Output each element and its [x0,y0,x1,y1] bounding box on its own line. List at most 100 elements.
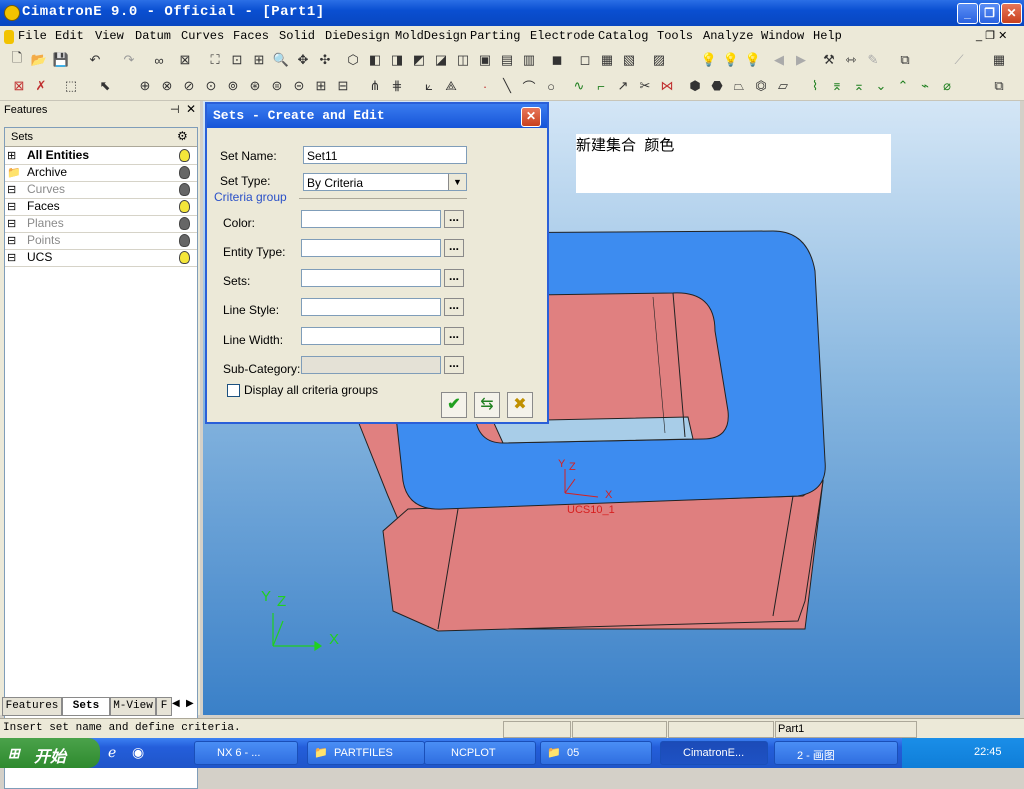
spline-icon[interactable]: ∿ [570,77,588,95]
set-icon-2[interactable]: ⊗ [158,77,176,95]
undo-icon[interactable]: ↶ [86,51,104,69]
menu-molddesign[interactable]: MoldDesign [395,29,467,43]
surface-icon-5[interactable]: ⌃ [894,77,912,95]
close-button[interactable]: ✕ [1001,3,1022,24]
color-browse-button[interactable]: ... [444,210,464,228]
tab-scroll-right-icon[interactable]: ▶ [186,698,194,709]
surface-icon-2[interactable]: ⌆ [828,77,846,95]
view-right-icon[interactable]: ◩ [410,51,428,69]
start-button[interactable]: ⊞ 开始 [0,738,100,768]
surface-icon-4[interactable]: ⌄ [872,77,890,95]
circle-icon[interactable]: ○ [542,77,560,95]
view-bottom-icon[interactable]: ▣ [476,51,494,69]
cimatron-app-icon[interactable] [4,5,20,21]
color-field[interactable] [301,210,441,228]
display-all-checkbox[interactable] [227,384,240,397]
sweep-icon[interactable]: ⏣ [752,77,770,95]
pin-icon[interactable]: ⊣ [170,103,180,116]
tab-f[interactable]: F [156,697,172,716]
save-icon[interactable]: 💾 [52,51,70,69]
line-icon[interactable]: ╲ [498,77,516,95]
task-cimatron[interactable]: CimatronE... [660,741,768,765]
dialog-title-bar[interactable]: Sets - Create and Edit ✕ [207,104,547,128]
set-row-all-entities[interactable]: ⊞ All Entities [5,147,197,165]
set-icon-9[interactable]: ⊞ [312,77,330,95]
render-wire-icon[interactable]: ◻ [576,51,594,69]
menu-view[interactable]: View [95,29,124,43]
menu-edit[interactable]: Edit [55,29,84,43]
set-row-curves[interactable]: ⊟ Curves [5,181,197,199]
bulb-on-icon[interactable] [179,200,190,213]
dimension-icon[interactable]: ⇿ [842,51,860,69]
view-user-icon[interactable]: ▥ [520,51,538,69]
clock[interactable]: 22:45 [974,746,1002,758]
zoom-fit-icon[interactable]: ⊠ [176,51,194,69]
tab-features[interactable]: Features [2,697,62,716]
line-style-browse-button[interactable]: ... [444,298,464,316]
sub-category-browse-button[interactable]: ... [444,356,464,374]
task-partfiles[interactable]: 📁 PARTFILES [307,741,425,765]
menu-tools[interactable]: Tools [657,29,693,43]
set-type-select[interactable]: By Criteria ▼ [303,173,467,191]
line-width-field[interactable] [301,327,441,345]
display-mode-icon[interactable]: ▨ [650,51,668,69]
cancel-button[interactable]: ✖ [507,392,533,418]
set-row-archive[interactable]: 📁 Archive [5,164,197,182]
menu-help[interactable]: Help [813,29,842,43]
line-width-browse-button[interactable]: ... [444,327,464,345]
trim-icon[interactable]: ✂ [636,77,654,95]
ie-icon[interactable]: ℯ [108,744,116,761]
open-folder-icon[interactable]: 📂 [30,51,48,69]
bulb-on-icon[interactable]: 💡 [700,51,718,69]
menu-catalog[interactable]: Catalog [598,29,648,43]
view-front-icon[interactable]: ◧ [366,51,384,69]
panel-close-icon[interactable]: ✕ [186,102,196,116]
point-icon[interactable]: · [476,77,494,95]
edit-icon[interactable]: ✎ [864,51,882,69]
show-hide-icon[interactable]: ⚙ [177,129,188,143]
menu-analyze[interactable]: Analyze [703,29,753,43]
menu-electrode[interactable]: Electrode [530,29,595,43]
new-file-icon[interactable]: 🗋 [8,50,26,69]
set-icon-1[interactable]: ⊕ [136,77,154,95]
menu-datum[interactable]: Datum [135,29,171,43]
task-nx6[interactable]: NX 6 - ... [194,741,298,765]
delete-box-icon[interactable]: ⊠ [10,77,28,95]
surface-icon-7[interactable]: ⌀ [938,77,956,95]
bulb-show-icon[interactable]: 💡 [722,51,740,69]
rotate-icon[interactable]: ✣ [316,51,334,69]
fillet-curve-icon[interactable]: ⌐ [592,77,610,95]
set-icon-10[interactable]: ⊟ [334,77,352,95]
task-ncplot[interactable]: NCPLOT [424,741,536,765]
dialog-close-button[interactable]: ✕ [521,107,541,127]
bulb-off-icon[interactable]: 💡 [744,51,762,69]
layers-icon[interactable]: ⧉ [896,51,914,69]
arc-icon[interactable]: ⌒ [520,77,538,95]
mdi-controls[interactable]: _ ❐ ✕ [976,29,1007,42]
zoom-window-icon[interactable]: ⊡ [228,51,246,69]
sets-browse-button[interactable]: ... [444,269,464,287]
menu-diedesign[interactable]: DieDesign [325,29,390,43]
maximize-button[interactable]: ❐ [979,3,1000,24]
render-hidden-icon[interactable]: ▦ [598,51,616,69]
menu-faces[interactable]: Faces [233,29,269,43]
tab-m-view[interactable]: M-View [110,697,156,716]
surface-icon-1[interactable]: ⌇ [806,77,824,95]
view-dim-icon[interactable]: ▤ [498,51,516,69]
chevron-down-icon[interactable]: ▼ [448,174,466,190]
render-silhouette-icon[interactable]: ▧ [620,51,638,69]
view-iso-icon[interactable]: ⬡ [344,51,362,69]
doc-icon[interactable] [4,30,14,44]
surface-icon-6[interactable]: ⌁ [916,77,934,95]
set-row-points[interactable]: ⊟ Points [5,232,197,250]
menu-parting[interactable]: Parting [470,29,520,43]
bulb-off-icon[interactable] [179,166,190,179]
entity-type-field[interactable] [301,239,441,257]
menu-window[interactable]: Window [761,29,804,43]
set-icon-7[interactable]: ⊜ [268,77,286,95]
set-name-field[interactable]: Set11 [303,146,467,164]
tab-scroll-left-icon[interactable]: ◀ [172,698,180,709]
ucs-label[interactable]: UCS10_1 [567,504,615,516]
quick-launch-icon[interactable]: ◉ [132,744,144,761]
render-shaded-icon[interactable]: ◼ [548,51,566,69]
